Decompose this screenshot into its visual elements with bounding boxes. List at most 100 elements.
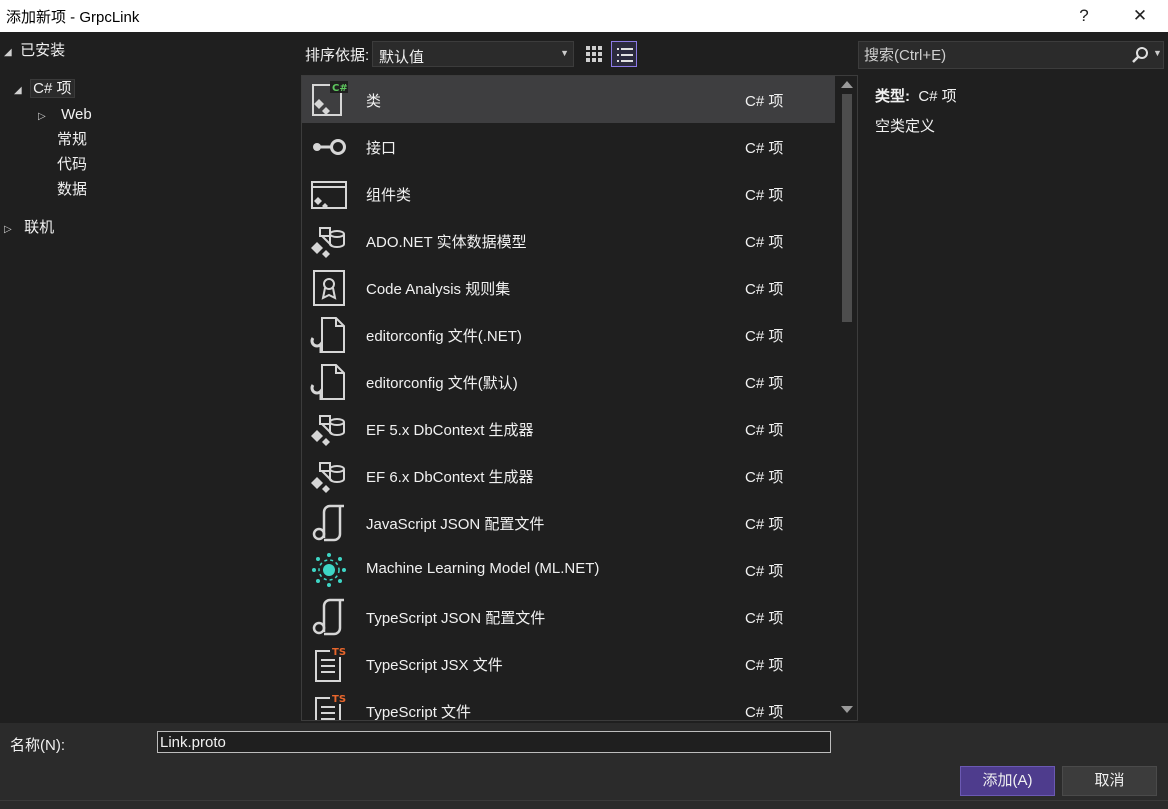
search-icon[interactable] — [1131, 46, 1149, 64]
template-row[interactable]: editorconfig 文件(.NET) C# 项 — [302, 311, 835, 358]
svg-text:C#: C# — [332, 83, 348, 94]
expanded-triangle-icon[interactable]: ◢ — [14, 80, 26, 102]
template-row[interactable]: EF 6.x DbContext 生成器 C# 项 — [302, 452, 835, 499]
template-row[interactable]: TS TypeScript 文件 C# 项 — [302, 687, 835, 721]
details-pane: 类型: C# 项 空类定义 — [862, 75, 1166, 721]
chevron-down-icon: ▼ — [560, 48, 569, 58]
list-view-icon — [617, 48, 633, 62]
template-language: C# 项 — [745, 469, 784, 486]
entity-model-icon — [310, 410, 348, 448]
tree-label-online: 联机 — [24, 219, 55, 236]
component-class-icon — [310, 175, 348, 213]
collapsed-triangle-icon[interactable]: ▷ — [4, 219, 16, 241]
template-name: TypeScript JSON 配置文件 — [366, 610, 546, 627]
template-language: C# 项 — [745, 375, 784, 392]
name-label: 名称(N): — [10, 737, 65, 754]
template-row[interactable]: TS TypeScript JSX 文件 C# 项 — [302, 640, 835, 687]
template-name: 类 — [366, 93, 382, 110]
config-file-icon — [310, 316, 348, 354]
window-title: 添加新项 - GrpcLink — [6, 9, 140, 26]
template-language: C# 项 — [745, 704, 784, 721]
template-row[interactable]: Code Analysis 规则集 C# 项 — [302, 264, 835, 311]
sort-dropdown[interactable]: 默认值 ▼ — [372, 41, 574, 67]
template-row[interactable]: 组件类 C# 项 — [302, 170, 835, 217]
tree-node-code[interactable]: 代码 — [57, 154, 87, 176]
detail-description: 空类定义 — [875, 118, 936, 135]
template-name: editorconfig 文件(默认) — [366, 375, 518, 392]
sort-label: 排序依据: — [305, 47, 370, 64]
svg-text:TS: TS — [332, 647, 346, 658]
name-input[interactable] — [157, 731, 831, 753]
entity-model-icon — [310, 222, 348, 260]
template-language: C# 项 — [745, 93, 784, 110]
template-name: Code Analysis 规则集 — [366, 281, 511, 298]
tree-node-installed[interactable]: ◢ 已安装 — [4, 40, 65, 62]
cancel-button[interactable]: 取消 — [1062, 766, 1157, 796]
config-file-icon — [310, 363, 348, 401]
template-row[interactable]: ADO.NET 实体数据模型 C# 项 — [302, 217, 835, 264]
template-list[interactable]: C# 类 C# 项 接口 C# 项 组件类 C# 项 ADO.NET 实体数据模型 C#… — [301, 75, 858, 721]
svg-text:TS: TS — [332, 694, 346, 705]
template-language: C# 项 — [745, 516, 784, 533]
template-name: ADO.NET 实体数据模型 — [366, 234, 527, 251]
tree-node-web[interactable]: ▷ Web — [38, 104, 92, 126]
collapsed-triangle-icon[interactable]: ▷ — [38, 106, 50, 128]
template-language: C# 项 — [745, 328, 784, 345]
scroll-down-arrow-icon[interactable] — [841, 706, 853, 713]
tree-node-data[interactable]: 数据 — [57, 179, 87, 201]
template-row[interactable]: TypeScript JSON 配置文件 C# 项 — [302, 593, 835, 640]
template-list-scrollbar[interactable] — [838, 76, 856, 720]
search-box[interactable]: ▼ — [858, 41, 1164, 69]
template-language: C# 项 — [745, 563, 784, 580]
template-name: TypeScript 文件 — [366, 704, 472, 721]
scroll-thumb[interactable] — [842, 94, 852, 322]
interface-icon — [310, 128, 348, 166]
divider — [0, 800, 1168, 801]
search-options-chevron-icon[interactable]: ▼ — [1153, 48, 1162, 58]
template-language: C# 项 — [745, 422, 784, 439]
expanded-triangle-icon[interactable]: ◢ — [4, 42, 16, 64]
help-button[interactable]: ? — [1070, 3, 1098, 29]
template-name: JavaScript JSON 配置文件 — [366, 516, 545, 533]
json-config-icon — [310, 598, 348, 636]
tree-label-web: Web — [61, 106, 92, 123]
ruleset-icon — [310, 269, 348, 307]
template-language: C# 项 — [745, 187, 784, 204]
scroll-up-arrow-icon[interactable] — [841, 81, 853, 88]
tree-node-general[interactable]: 常规 — [57, 129, 87, 151]
sort-value: 默认值 — [379, 49, 425, 66]
detail-type-value: C# 项 — [918, 88, 957, 105]
template-language: C# 项 — [745, 281, 784, 298]
json-config-icon — [310, 504, 348, 542]
list-view-button[interactable] — [611, 41, 637, 67]
template-name: Machine Learning Model (ML.NET) — [366, 560, 600, 577]
grid-view-button[interactable] — [581, 41, 607, 67]
class-icon: C# — [310, 81, 348, 119]
template-row[interactable]: C# 类 C# 项 — [302, 76, 835, 123]
entity-model-icon — [310, 457, 348, 495]
add-button[interactable]: 添加(A) — [960, 766, 1055, 796]
template-row[interactable]: JavaScript JSON 配置文件 C# 项 — [302, 499, 835, 546]
ml-model-icon — [310, 551, 348, 589]
typescript-file-icon: TS — [310, 692, 348, 720]
tree-node-csharp[interactable]: ◢ C# 项 — [14, 78, 75, 100]
template-language: C# 项 — [745, 657, 784, 674]
template-row[interactable]: editorconfig 文件(默认) C# 项 — [302, 358, 835, 405]
search-input[interactable] — [859, 42, 1119, 68]
title-bar: 添加新项 - GrpcLink ? ✕ — [0, 0, 1168, 32]
template-name: EF 5.x DbContext 生成器 — [366, 422, 534, 439]
typescript-file-icon: TS — [310, 645, 348, 683]
grid-view-icon — [586, 46, 602, 62]
template-row[interactable]: Machine Learning Model (ML.NET) C# 项 — [302, 546, 835, 593]
footer-bar: 名称(N): 添加(A) 取消 — [0, 723, 1168, 809]
tree-label-installed: 已安装 — [20, 42, 66, 59]
template-language: C# 项 — [745, 234, 784, 251]
close-button[interactable]: ✕ — [1126, 3, 1154, 29]
template-row[interactable]: EF 5.x DbContext 生成器 C# 项 — [302, 405, 835, 452]
tree-node-online[interactable]: ▷ 联机 — [4, 217, 54, 239]
template-name: 接口 — [366, 140, 397, 157]
detail-type-label: 类型: — [875, 88, 910, 105]
template-name: editorconfig 文件(.NET) — [366, 328, 522, 345]
category-tree: ◢ 已安装 ◢ C# 项 ▷ Web 常规 代码 数据 ▷ 联机 — [0, 33, 296, 723]
template-row[interactable]: 接口 C# 项 — [302, 123, 835, 170]
